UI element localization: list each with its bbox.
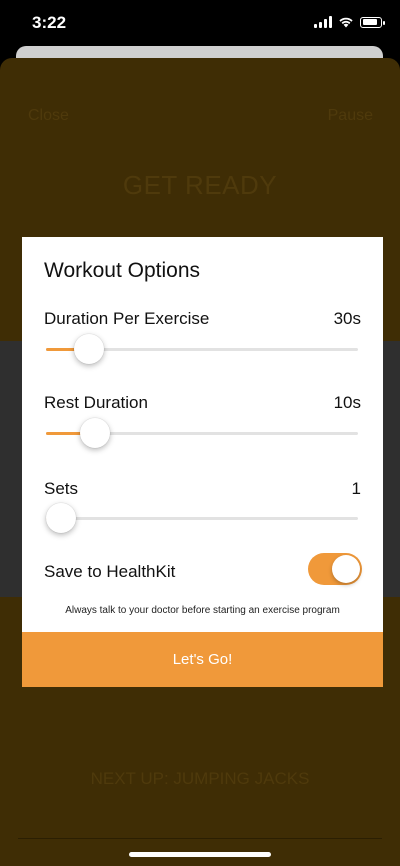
healthkit-toggle[interactable] (308, 553, 362, 585)
disclaimer-text: Always talk to your doctor before starti… (65, 605, 340, 616)
sets-label: Sets (44, 479, 79, 498)
rest-value: 10s (333, 393, 361, 412)
home-indicator[interactable] (129, 852, 271, 857)
rest-slider-thumb[interactable] (79, 418, 110, 448)
get-ready-title: GET READY (122, 170, 278, 200)
wifi-icon (339, 17, 353, 28)
sets-slider-thumb[interactable] (46, 503, 76, 533)
status-bar: 3:22 (0, 0, 400, 48)
battery-icon (360, 16, 385, 28)
next-up-label: NEXT UP: JUMPING JACKS (90, 769, 310, 788)
status-time: 3:22 (32, 13, 67, 32)
divider (18, 838, 382, 839)
duration-slider-thumb[interactable] (74, 334, 105, 364)
lets-go-button[interactable]: Let's Go! (22, 632, 383, 687)
close-button[interactable]: Close (28, 107, 69, 125)
sets-slider[interactable] (46, 503, 358, 533)
healthkit-label: Save to HealthKit (44, 562, 176, 581)
status-icons (314, 16, 385, 28)
healthkit-toggle-knob (332, 555, 360, 583)
cellular-signal-icon (314, 16, 332, 28)
duration-label: Duration Per Exercise (44, 309, 210, 328)
pause-button[interactable]: Pause (328, 107, 373, 125)
sets-value: 1 (351, 479, 361, 498)
dialog-title: Workout Options (44, 259, 201, 282)
duration-slider[interactable] (46, 334, 358, 364)
workout-options-dialog: Workout Options Duration Per Exercise 30… (22, 237, 383, 687)
rest-label: Rest Duration (44, 393, 148, 412)
duration-value: 30s (333, 309, 361, 328)
rest-slider[interactable] (46, 418, 358, 448)
